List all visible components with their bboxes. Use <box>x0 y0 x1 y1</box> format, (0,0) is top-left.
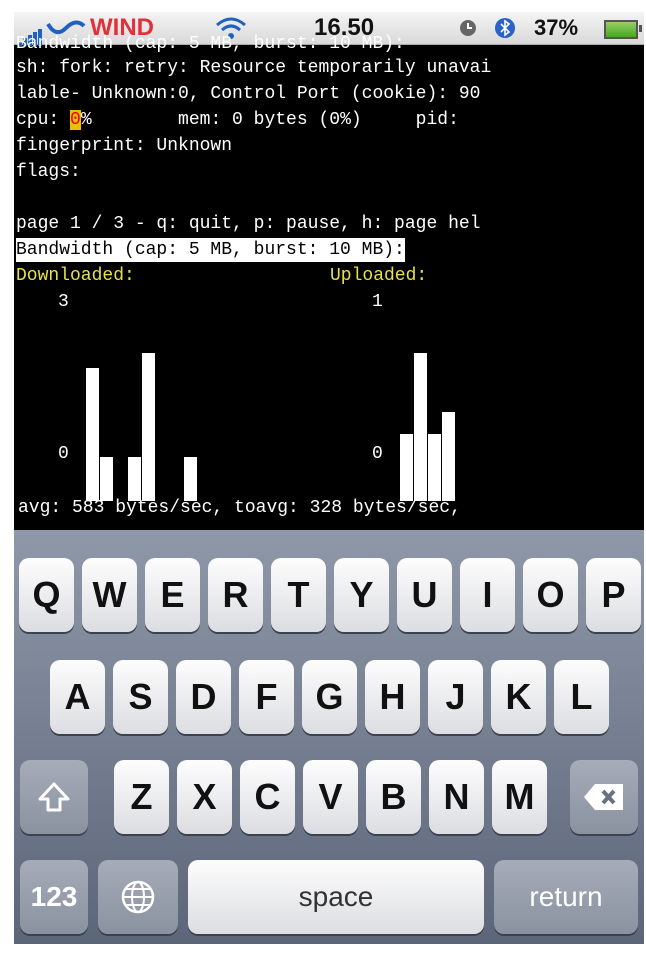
terminal-line: page 1 / 3 - q: quit, p: pause, h: page … <box>16 214 481 234</box>
cpu-line: cpu: 0% mem: 0 bytes (0%) pid: <box>16 110 459 130</box>
key-v[interactable]: V <box>303 760 358 834</box>
cursor-highlight: 0 <box>70 110 81 130</box>
uploaded-label: Uploaded: <box>330 266 428 286</box>
keyboard: QWERTYUIOP ASDFGHJKL ZXCVBNM 123 space r… <box>14 530 644 944</box>
graph-bar <box>428 434 441 501</box>
key-a[interactable]: A <box>50 660 105 734</box>
shift-icon <box>38 782 70 812</box>
key-z[interactable]: Z <box>114 760 169 834</box>
key-t[interactable]: T <box>271 558 326 632</box>
terminal-line: sh: fork: retry: Resource temporarily un… <box>16 58 492 78</box>
backspace-key[interactable] <box>570 760 638 834</box>
key-x[interactable]: X <box>177 760 232 834</box>
key-k[interactable]: K <box>491 660 546 734</box>
graph-bar <box>400 434 413 501</box>
backspace-icon <box>584 784 623 810</box>
clock-icon <box>460 20 476 36</box>
space-key[interactable]: space <box>188 860 484 934</box>
graph-bar <box>442 412 455 501</box>
key-w[interactable]: W <box>82 558 137 632</box>
numbers-key[interactable]: 123 <box>20 860 88 934</box>
key-d[interactable]: D <box>176 660 231 734</box>
download-max-tick: 3 <box>58 292 69 312</box>
key-r[interactable]: R <box>208 558 263 632</box>
key-f[interactable]: F <box>239 660 294 734</box>
globe-key[interactable] <box>98 860 178 934</box>
terminal-line: flags: <box>16 162 81 182</box>
key-u[interactable]: U <box>397 558 452 632</box>
key-o[interactable]: O <box>523 558 578 632</box>
terminal: Bandwidth (cap: 5 MB, burst: 10 MB): sh:… <box>14 34 644 530</box>
key-g[interactable]: G <box>302 660 357 734</box>
key-y[interactable]: Y <box>334 558 389 632</box>
graph-bar <box>128 457 141 501</box>
key-e[interactable]: E <box>145 558 200 632</box>
key-h[interactable]: H <box>365 660 420 734</box>
key-j[interactable]: J <box>428 660 483 734</box>
graph-bar <box>414 353 427 501</box>
key-i[interactable]: I <box>460 558 515 632</box>
graph-bar <box>100 457 113 501</box>
upload-max-tick: 1 <box>372 292 383 312</box>
key-b[interactable]: B <box>366 760 421 834</box>
graph-bar <box>184 457 197 501</box>
downloaded-label: Downloaded: <box>16 266 135 286</box>
key-q[interactable]: Q <box>19 558 74 632</box>
return-key[interactable]: return <box>494 860 638 934</box>
key-c[interactable]: C <box>240 760 295 834</box>
terminal-line: fingerprint: Unknown <box>16 136 233 156</box>
terminal-line: lable- Unknown:0, Control Port (cookie):… <box>16 84 481 104</box>
avg-line: avg: 583 bytes/sec, toavg: 328 bytes/sec… <box>18 498 461 518</box>
battery-charging-icon <box>604 20 642 39</box>
key-m[interactable]: M <box>492 760 547 834</box>
terminal-cut-line: Bandwidth (cap: 5 MB, burst: 10 MB): <box>16 34 405 54</box>
download-min-tick: 0 <box>58 444 69 464</box>
key-n[interactable]: N <box>429 760 484 834</box>
graph-bar <box>142 353 155 501</box>
graph-bar <box>86 368 99 501</box>
upload-min-tick: 0 <box>372 444 383 464</box>
bluetooth-icon <box>495 18 515 38</box>
shift-key[interactable] <box>20 760 88 834</box>
bandwidth-heading: Bandwidth (cap: 5 MB, burst: 10 MB): <box>16 238 405 262</box>
globe-icon <box>121 880 155 914</box>
battery-percent: 37% <box>534 15 579 40</box>
key-p[interactable]: P <box>586 558 641 632</box>
phone-screen: WIND 16.50 37% Bandwidth (cap: 5 MB, bur… <box>14 12 644 944</box>
key-l[interactable]: L <box>554 660 609 734</box>
key-s[interactable]: S <box>113 660 168 734</box>
